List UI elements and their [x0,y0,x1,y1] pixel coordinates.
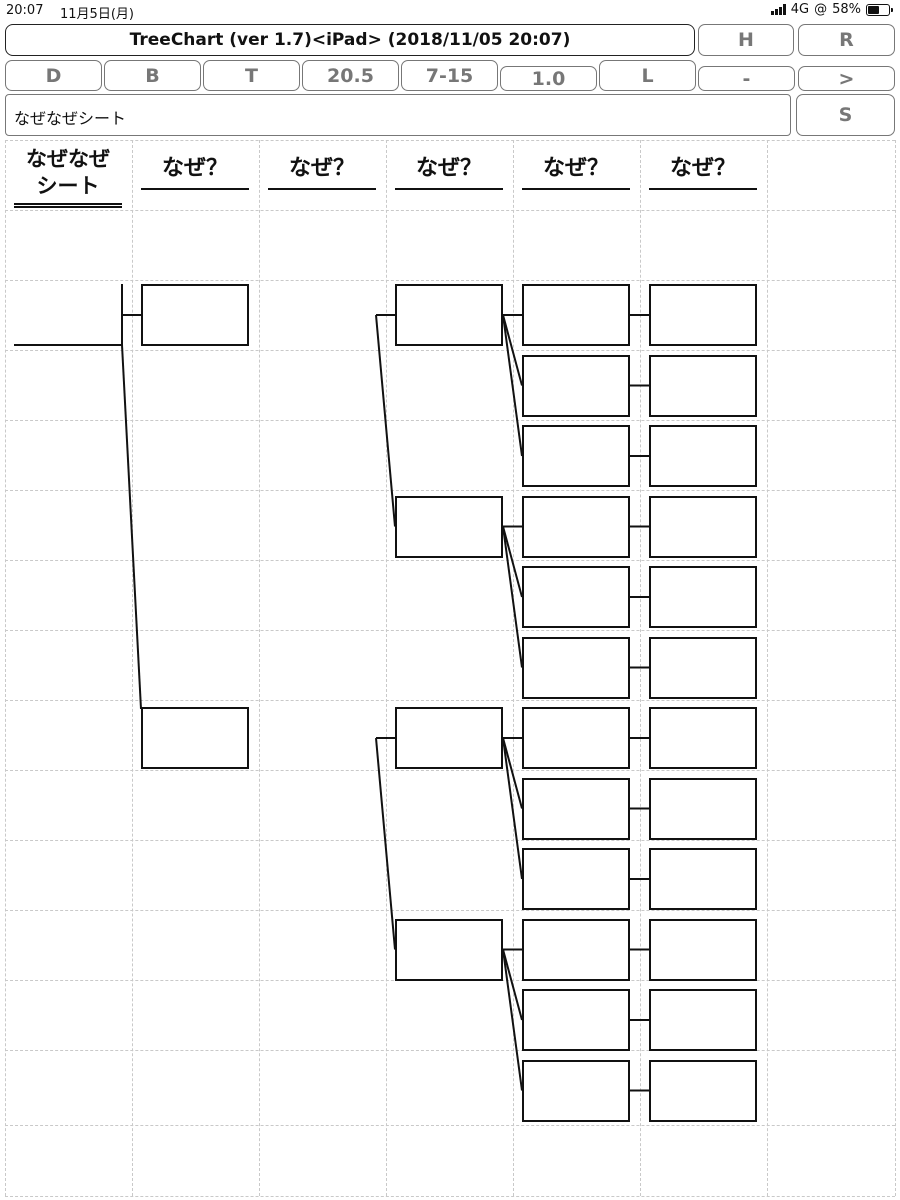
tree-node-level-3[interactable] [395,707,503,769]
tree-node-level-5[interactable] [649,777,757,840]
grid-row-line [5,560,895,561]
tree-node-level-5[interactable] [649,848,757,910]
s-button[interactable]: S [796,94,895,136]
tree-node-level-5[interactable] [649,989,757,1051]
grid-column-line [259,140,260,1196]
tree-node-level-4[interactable] [522,354,630,417]
tree-node-level-5[interactable] [649,284,757,346]
grid-row-line [5,210,895,211]
tree-node-level-1[interactable] [141,284,249,346]
sheet-title-field[interactable]: なぜなぜシート [5,94,791,136]
battery-icon [866,3,893,16]
status-time: 20:07 [6,3,44,18]
battery-percent: 58% [832,2,861,17]
tree-node-level-5[interactable] [649,636,757,699]
grid-column-line [5,140,6,1196]
grid-column-line [386,140,387,1196]
r-button[interactable]: R [798,24,895,56]
grid-row-line [5,1125,895,1126]
title-bar[interactable]: TreeChart (ver 1.7)<iPad> (2018/11/05 20… [5,24,695,56]
column-header-1: なぜ？ [141,150,249,190]
grid-row-line [5,630,895,631]
b-button[interactable]: B [104,60,201,91]
tree-node-level-4[interactable] [522,566,630,628]
grid-row-line [5,1196,895,1197]
grid-row-line [5,420,895,421]
first-column-header: なぜなぜ シート [14,146,122,208]
tree-node-level-1[interactable] [141,707,249,769]
status-right: 4G @ 58% [770,2,893,17]
column-header-4: なぜ？ [522,150,630,190]
tree-node-level-3[interactable] [395,495,503,558]
tree-node-level-4[interactable] [522,707,630,769]
d-button[interactable]: D [5,60,102,91]
h-button[interactable]: H [698,24,794,56]
status-date: 11月5日(月) [60,7,134,22]
t-button[interactable]: T [203,60,300,91]
tree-node-level-5[interactable] [649,566,757,628]
column-header-5: なぜ？ [649,150,757,190]
minus-button[interactable]: - [698,66,795,91]
grid-row-line [5,770,895,771]
grid-column-line [640,140,641,1196]
network-label: 4G [790,2,810,17]
tree-node-level-3[interactable] [395,284,503,346]
first-header-line-2: シート [36,174,100,198]
column-header-2: なぜ？ [268,150,376,190]
grid-row-line [5,140,895,141]
tree-node-level-4[interactable] [522,495,630,558]
grid-row-line [5,350,895,351]
grid-column-line [132,140,133,1196]
tree-node-level-3[interactable] [395,918,503,981]
status-bar: 20:07 11月5日(月) 4G @ 58% [0,0,900,22]
range-button[interactable]: 7-15 [401,60,498,91]
tree-node-level-4[interactable] [522,848,630,910]
tree-node-level-4[interactable] [522,1059,630,1122]
font-size-button[interactable]: 20.5 [302,60,399,91]
tree-node-level-5[interactable] [649,707,757,769]
tree-node-level-4[interactable] [522,284,630,346]
grid-row-line [5,490,895,491]
column-header-3: なぜ？ [395,150,503,190]
tree-node-level-5[interactable] [649,918,757,981]
grid-column-line [767,140,768,1196]
grid-row-line [5,280,895,281]
tree-node-level-4[interactable] [522,989,630,1051]
grid-column-line [513,140,514,1196]
grid-row-line [5,1050,895,1051]
tree-node-level-4[interactable] [522,918,630,981]
tree-node-level-5[interactable] [649,425,757,487]
tree-node-level-5[interactable] [649,354,757,417]
tree-node-level-5[interactable] [649,1059,757,1122]
line-width-button[interactable]: 1.0 [500,66,597,91]
first-header-line-1: なぜなぜ [26,147,110,171]
grid-row-line [5,700,895,701]
tree-node-level-4[interactable] [522,777,630,840]
tree-node-level-4[interactable] [522,425,630,487]
signal-icon [770,4,786,15]
grid-row-line [5,840,895,841]
next-button[interactable]: > [798,66,895,91]
grid-row-line [5,910,895,911]
orientation-lock-icon: @ [814,2,828,17]
grid-column-line [895,140,896,1196]
l-button[interactable]: L [599,60,696,91]
tree-node-level-5[interactable] [649,495,757,558]
tree-node-level-4[interactable] [522,636,630,699]
